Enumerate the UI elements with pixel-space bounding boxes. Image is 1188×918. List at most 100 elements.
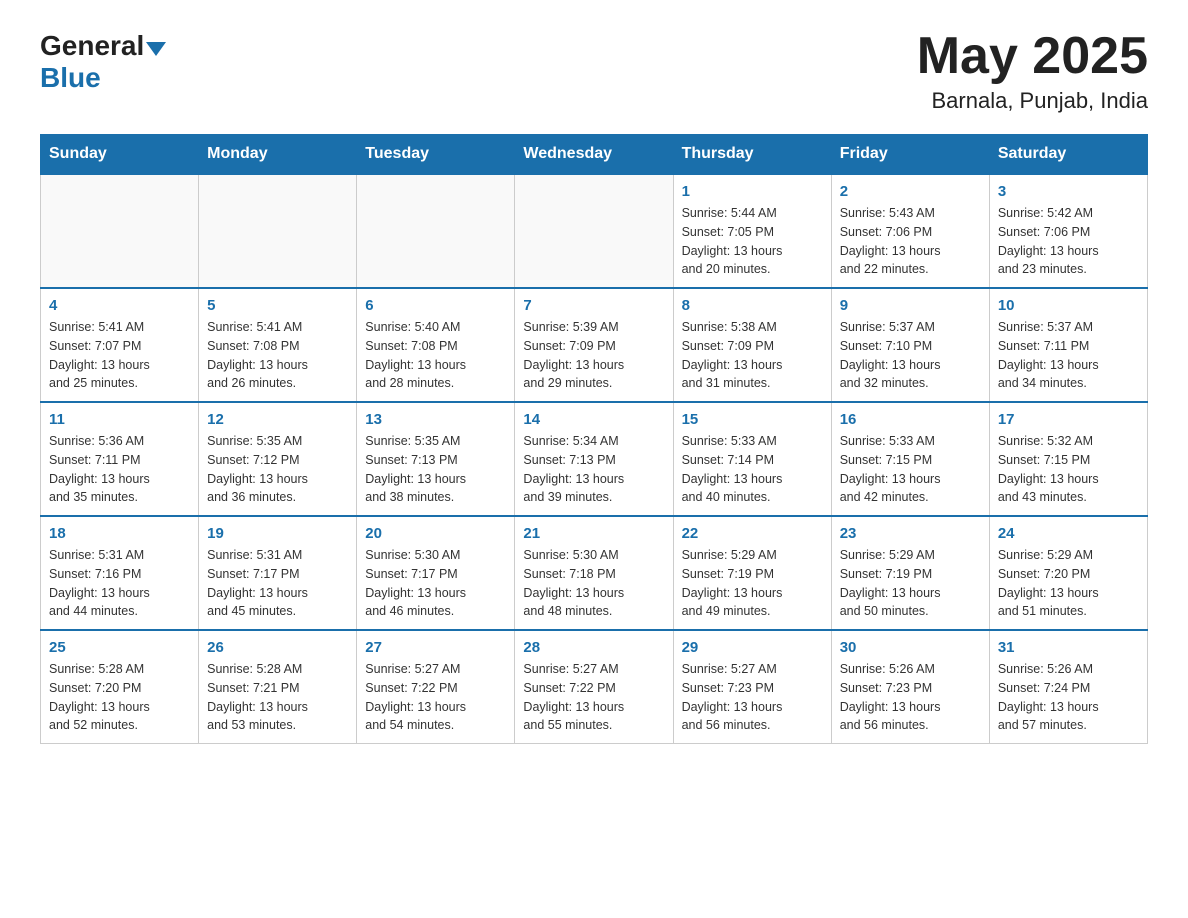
title-area: May 2025 Barnala, Punjab, India <box>917 30 1148 114</box>
day-info: Sunrise: 5:35 AM Sunset: 7:13 PM Dayligh… <box>365 432 506 507</box>
calendar-cell: 2 Sunrise: 5:43 AM Sunset: 7:06 PM Daylig… <box>831 174 989 288</box>
calendar-cell: 1Sunrise: 5:44 AM Sunset: 7:05 PM Daylig… <box>673 174 831 288</box>
day-info: Sunrise: 5:43 AM Sunset: 7:06 PM Dayligh… <box>840 204 981 279</box>
day-info: Sunrise: 5:32 AM Sunset: 7:15 PM Dayligh… <box>998 432 1139 507</box>
day-number: 1 <box>682 183 823 200</box>
calendar-cell: 25Sunrise: 5:28 AM Sunset: 7:20 PM Dayli… <box>41 630 199 744</box>
calendar-cell: 23 Sunrise: 5:29 AM Sunset: 7:19 PM Dayli… <box>831 516 989 630</box>
day-number: 13 <box>365 411 506 428</box>
day-number: 22 <box>682 525 823 542</box>
day-info: Sunrise: 5:27 AM Sunset: 7:22 PM Dayligh… <box>365 660 506 735</box>
calendar-cell: 3 Sunrise: 5:42 AM Sunset: 7:06 PM Daylig… <box>989 174 1147 288</box>
day-number: 11 <box>49 411 190 428</box>
day-info: Sunrise: 5:30 AM Sunset: 7:18 PM Dayligh… <box>523 546 664 621</box>
day-info: Sunrise: 5:29 AM Sunset: 7:19 PM Dayligh… <box>840 546 981 621</box>
day-number: 18 <box>49 525 190 542</box>
day-number: 4 <box>49 297 190 314</box>
day-info: Sunrise: 5:27 AM Sunset: 7:23 PM Dayligh… <box>682 660 823 735</box>
logo-general-text: General <box>40 30 144 62</box>
day-info: Sunrise: 5:36 AM Sunset: 7:11 PM Dayligh… <box>49 432 190 507</box>
calendar-cell: 12Sunrise: 5:35 AM Sunset: 7:12 PM Dayli… <box>199 402 357 516</box>
weekday-header-monday: Monday <box>199 135 357 175</box>
calendar-cell: 28 Sunrise: 5:27 AM Sunset: 7:22 PM Dayli… <box>515 630 673 744</box>
day-number: 14 <box>523 411 664 428</box>
calendar-cell: 17 Sunrise: 5:32 AM Sunset: 7:15 PM Dayli… <box>989 402 1147 516</box>
calendar-cell: 5 Sunrise: 5:41 AM Sunset: 7:08 PM Daylig… <box>199 288 357 402</box>
day-info: Sunrise: 5:33 AM Sunset: 7:15 PM Dayligh… <box>840 432 981 507</box>
day-number: 2 <box>840 183 981 200</box>
calendar-week-4: 18Sunrise: 5:31 AM Sunset: 7:16 PM Dayli… <box>41 516 1148 630</box>
calendar-cell: 16 Sunrise: 5:33 AM Sunset: 7:15 PM Dayli… <box>831 402 989 516</box>
calendar-cell: 27 Sunrise: 5:27 AM Sunset: 7:22 PM Dayli… <box>357 630 515 744</box>
day-info: Sunrise: 5:39 AM Sunset: 7:09 PM Dayligh… <box>523 318 664 393</box>
calendar-cell: 9Sunrise: 5:37 AM Sunset: 7:10 PM Daylig… <box>831 288 989 402</box>
weekday-header-tuesday: Tuesday <box>357 135 515 175</box>
day-info: Sunrise: 5:29 AM Sunset: 7:19 PM Dayligh… <box>682 546 823 621</box>
day-info: Sunrise: 5:27 AM Sunset: 7:22 PM Dayligh… <box>523 660 664 735</box>
calendar-cell: 15 Sunrise: 5:33 AM Sunset: 7:14 PM Dayli… <box>673 402 831 516</box>
calendar-cell: 20 Sunrise: 5:30 AM Sunset: 7:17 PM Dayli… <box>357 516 515 630</box>
day-number: 29 <box>682 639 823 656</box>
calendar-week-3: 11 Sunrise: 5:36 AM Sunset: 7:11 PM Dayli… <box>41 402 1148 516</box>
day-number: 20 <box>365 525 506 542</box>
calendar-table: SundayMondayTuesdayWednesdayThursdayFrid… <box>40 134 1148 744</box>
calendar-cell: 6Sunrise: 5:40 AM Sunset: 7:08 PM Daylig… <box>357 288 515 402</box>
day-info: Sunrise: 5:42 AM Sunset: 7:06 PM Dayligh… <box>998 204 1139 279</box>
calendar-week-1: 1Sunrise: 5:44 AM Sunset: 7:05 PM Daylig… <box>41 174 1148 288</box>
month-title: May 2025 <box>917 30 1148 82</box>
day-number: 28 <box>523 639 664 656</box>
day-info: Sunrise: 5:28 AM Sunset: 7:21 PM Dayligh… <box>207 660 348 735</box>
calendar-cell: 30 Sunrise: 5:26 AM Sunset: 7:23 PM Dayli… <box>831 630 989 744</box>
day-number: 27 <box>365 639 506 656</box>
day-number: 3 <box>998 183 1139 200</box>
day-info: Sunrise: 5:26 AM Sunset: 7:23 PM Dayligh… <box>840 660 981 735</box>
day-info: Sunrise: 5:26 AM Sunset: 7:24 PM Dayligh… <box>998 660 1139 735</box>
day-info: Sunrise: 5:34 AM Sunset: 7:13 PM Dayligh… <box>523 432 664 507</box>
calendar-cell: 13 Sunrise: 5:35 AM Sunset: 7:13 PM Dayli… <box>357 402 515 516</box>
calendar-week-5: 25Sunrise: 5:28 AM Sunset: 7:20 PM Dayli… <box>41 630 1148 744</box>
calendar-cell: 21 Sunrise: 5:30 AM Sunset: 7:18 PM Dayli… <box>515 516 673 630</box>
calendar-cell <box>199 174 357 288</box>
day-info: Sunrise: 5:38 AM Sunset: 7:09 PM Dayligh… <box>682 318 823 393</box>
day-info: Sunrise: 5:28 AM Sunset: 7:20 PM Dayligh… <box>49 660 190 735</box>
day-number: 24 <box>998 525 1139 542</box>
weekday-header-thursday: Thursday <box>673 135 831 175</box>
calendar-cell: 31 Sunrise: 5:26 AM Sunset: 7:24 PM Dayli… <box>989 630 1147 744</box>
day-info: Sunrise: 5:40 AM Sunset: 7:08 PM Dayligh… <box>365 318 506 393</box>
logo-blue-text: Blue <box>40 62 166 94</box>
calendar-cell: 14 Sunrise: 5:34 AM Sunset: 7:13 PM Dayli… <box>515 402 673 516</box>
day-number: 12 <box>207 411 348 428</box>
day-number: 5 <box>207 297 348 314</box>
day-number: 15 <box>682 411 823 428</box>
day-info: Sunrise: 5:41 AM Sunset: 7:08 PM Dayligh… <box>207 318 348 393</box>
day-number: 30 <box>840 639 981 656</box>
day-info: Sunrise: 5:41 AM Sunset: 7:07 PM Dayligh… <box>49 318 190 393</box>
calendar-cell <box>515 174 673 288</box>
day-number: 31 <box>998 639 1139 656</box>
day-info: Sunrise: 5:33 AM Sunset: 7:14 PM Dayligh… <box>682 432 823 507</box>
day-info: Sunrise: 5:37 AM Sunset: 7:11 PM Dayligh… <box>998 318 1139 393</box>
day-info: Sunrise: 5:29 AM Sunset: 7:20 PM Dayligh… <box>998 546 1139 621</box>
logo: General Blue <box>40 30 166 94</box>
calendar-cell: 18Sunrise: 5:31 AM Sunset: 7:16 PM Dayli… <box>41 516 199 630</box>
day-number: 17 <box>998 411 1139 428</box>
weekday-header-sunday: Sunday <box>41 135 199 175</box>
logo-triangle-icon <box>146 42 166 56</box>
day-info: Sunrise: 5:30 AM Sunset: 7:17 PM Dayligh… <box>365 546 506 621</box>
page-header: General Blue May 2025 Barnala, Punjab, I… <box>40 30 1148 114</box>
day-number: 19 <box>207 525 348 542</box>
day-number: 7 <box>523 297 664 314</box>
calendar-cell: 29 Sunrise: 5:27 AM Sunset: 7:23 PM Dayli… <box>673 630 831 744</box>
day-number: 10 <box>998 297 1139 314</box>
calendar-week-2: 4 Sunrise: 5:41 AM Sunset: 7:07 PM Daylig… <box>41 288 1148 402</box>
day-number: 21 <box>523 525 664 542</box>
calendar-cell: 10 Sunrise: 5:37 AM Sunset: 7:11 PM Dayli… <box>989 288 1147 402</box>
day-number: 16 <box>840 411 981 428</box>
day-number: 23 <box>840 525 981 542</box>
calendar-cell: 4 Sunrise: 5:41 AM Sunset: 7:07 PM Daylig… <box>41 288 199 402</box>
calendar-cell: 8Sunrise: 5:38 AM Sunset: 7:09 PM Daylig… <box>673 288 831 402</box>
weekday-header-saturday: Saturday <box>989 135 1147 175</box>
day-number: 26 <box>207 639 348 656</box>
day-number: 9 <box>840 297 981 314</box>
calendar-cell <box>357 174 515 288</box>
